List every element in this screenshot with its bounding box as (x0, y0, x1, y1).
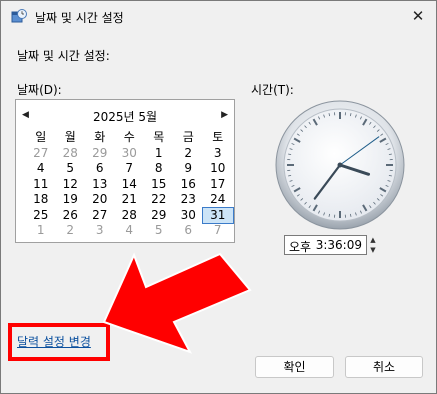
calendar-day[interactable]: 16 (174, 177, 204, 193)
calendar-week-row: 4 5 6 7 8 9 10 (26, 161, 233, 177)
dialog-window: 날짜 및 시간 설정 ✕ 날짜 및 시간 설정: 날짜(D): 시간(T): ◀… (0, 0, 437, 394)
date-time-icon (11, 9, 27, 23)
calendar-day[interactable]: 4 (115, 223, 145, 239)
month-calendar[interactable]: ◀ 2025년 5월 ▶ 일 월 화 수 목 금 토 27 28 29 30 1 2 3 4 5 6 7 8 9 10 1… (15, 99, 235, 243)
ok-button[interactable]: 확인 (255, 356, 334, 378)
analog-clock (275, 100, 405, 230)
calendar-day[interactable]: 6 (174, 223, 204, 239)
time-input[interactable]: 오후 3:36:09 (284, 235, 367, 255)
weekday-header: 일 (35, 130, 47, 144)
calendar-week-row: 11 12 13 14 15 16 17 (26, 177, 233, 193)
date-label: 날짜(D): (17, 83, 62, 97)
calendar-day[interactable]: 10 (203, 161, 233, 177)
time-field[interactable]: 3:36:09 (316, 238, 362, 252)
calendar-week-row: 27 28 29 30 1 2 3 (26, 146, 233, 162)
calendar-day[interactable]: 27 (85, 208, 115, 224)
calendar-grid: 일 월 화 수 목 금 토 27 28 29 30 1 2 3 4 5 6 7 8 9 10 11 12 13 14 15 16 17… (26, 130, 234, 239)
weekday-header: 수 (123, 130, 135, 144)
calendar-day[interactable]: 7 (115, 161, 145, 177)
calendar-day[interactable]: 1 (144, 146, 174, 162)
window-title: 날짜 및 시간 설정 (35, 11, 124, 25)
calendar-day[interactable]: 15 (144, 177, 174, 193)
calendar-day[interactable]: 12 (56, 177, 86, 193)
cancel-button[interactable]: 취소 (345, 356, 423, 378)
calendar-week-row: 18 19 20 21 22 23 24 (26, 192, 233, 208)
weekday-header: 토 (212, 130, 224, 144)
calendar-day[interactable]: 6 (85, 161, 115, 177)
calendar-day[interactable]: 23 (174, 192, 204, 208)
calendar-day[interactable]: 18 (26, 192, 56, 208)
calendar-day[interactable]: 7 (203, 223, 233, 239)
calendar-day[interactable]: 29 (85, 146, 115, 162)
calendar-day[interactable]: 21 (115, 192, 145, 208)
weekday-header: 금 (182, 130, 194, 144)
calendar-day[interactable]: 29 (144, 208, 174, 224)
calendar-day[interactable]: 13 (85, 177, 115, 193)
close-button[interactable]: ✕ (408, 6, 428, 26)
calendar-day[interactable]: 5 (144, 223, 174, 239)
weekday-header: 목 (153, 130, 165, 144)
spin-up-icon[interactable]: ▲ (367, 235, 379, 245)
weekday-header: 월 (64, 130, 76, 144)
calendar-day[interactable]: 2 (56, 223, 86, 239)
title-bar: 날짜 및 시간 설정 ✕ (1, 1, 436, 31)
calendar-day-selected[interactable]: 31 (202, 206, 234, 224)
calendar-day[interactable]: 9 (174, 161, 204, 177)
calendar-day[interactable]: 30 (115, 146, 145, 162)
calendar-week-row: 25 26 27 28 29 30 31 (26, 206, 234, 224)
dialog-heading: 날짜 및 시간 설정: (17, 49, 110, 63)
calendar-week-row: 1234567 (26, 223, 233, 239)
weekday-header: 화 (94, 130, 106, 144)
calendar-day[interactable]: 19 (56, 192, 86, 208)
time-spinner[interactable]: ▲ ▼ (367, 235, 379, 255)
calendar-day[interactable]: 17 (203, 177, 233, 193)
calendar-day[interactable]: 22 (144, 192, 174, 208)
calendar-day[interactable]: 25 (26, 208, 56, 224)
calendar-day[interactable]: 27 (26, 146, 56, 162)
weekday-row: 일월화수목금토 (26, 130, 233, 146)
calendar-day[interactable]: 14 (115, 177, 145, 193)
calendar-day[interactable]: 30 (174, 208, 204, 224)
calendar-month-title[interactable]: 2025년 5월 (16, 108, 234, 125)
calendar-day[interactable]: 5 (56, 161, 86, 177)
change-calendar-settings-link[interactable]: 달력 설정 변경 (17, 333, 91, 350)
calendar-day[interactable]: 3 (203, 146, 233, 162)
calendar-day[interactable]: 28 (56, 146, 86, 162)
calendar-day[interactable]: 2 (174, 146, 204, 162)
calendar-day[interactable]: 1 (26, 223, 56, 239)
calendar-day[interactable]: 28 (115, 208, 145, 224)
ampm-field[interactable]: 오후 (289, 238, 311, 255)
calendar-day[interactable]: 26 (56, 208, 86, 224)
calendar-day[interactable]: 11 (26, 177, 56, 193)
calendar-day[interactable]: 20 (85, 192, 115, 208)
spin-down-icon[interactable]: ▼ (367, 245, 379, 255)
calendar-day[interactable]: 8 (144, 161, 174, 177)
calendar-day[interactable]: 24 (203, 192, 233, 208)
next-month-icon[interactable]: ▶ (221, 110, 228, 120)
calendar-day[interactable]: 3 (85, 223, 115, 239)
calendar-header: ◀ 2025년 5월 ▶ (16, 108, 234, 126)
time-label: 시간(T): (251, 83, 294, 97)
calendar-day[interactable]: 4 (26, 161, 56, 177)
